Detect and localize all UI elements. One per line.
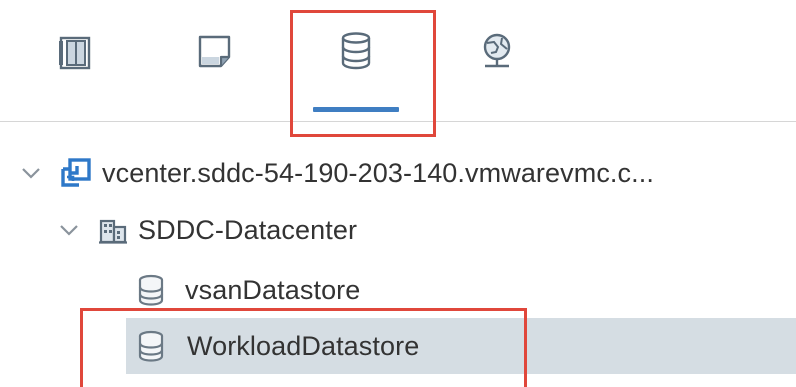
tab-vms-templates[interactable] bbox=[170, 28, 260, 108]
datastore-label: vsanDatastore bbox=[185, 274, 361, 305]
hosts-clusters-icon bbox=[59, 36, 91, 70]
tree-node-vsan-datastore[interactable]: vsanDatastore bbox=[0, 263, 796, 317]
tab-storage[interactable] bbox=[311, 28, 401, 112]
chevron-down-icon[interactable] bbox=[57, 218, 81, 242]
navigator-tab-bar bbox=[0, 0, 796, 121]
tab-networking[interactable] bbox=[452, 28, 542, 108]
datastore-icon bbox=[135, 273, 167, 307]
vms-templates-icon bbox=[198, 35, 231, 68]
tab-divider bbox=[0, 121, 796, 122]
networking-icon bbox=[483, 33, 511, 68]
tree-node-vcenter[interactable]: vcenter.sddc-54-190-203-140.vmwarevmc.c.… bbox=[0, 146, 796, 200]
datastore-label: WorkloadDatastore bbox=[187, 330, 420, 361]
datastore-icon bbox=[135, 329, 167, 363]
tab-hosts-clusters[interactable] bbox=[30, 28, 120, 108]
chevron-down-icon[interactable] bbox=[18, 160, 44, 186]
datacenter-icon bbox=[96, 213, 130, 247]
tree-node-workload-datastore[interactable]: WorkloadDatastore bbox=[0, 319, 796, 373]
vcenter-label: vcenter.sddc-54-190-203-140.vmwarevmc.c.… bbox=[102, 157, 654, 188]
tree-node-datacenter[interactable]: SDDC-Datacenter bbox=[0, 203, 796, 257]
datacenter-label: SDDC-Datacenter bbox=[138, 214, 358, 245]
storage-icon bbox=[341, 32, 371, 70]
vcenter-icon bbox=[59, 155, 95, 191]
